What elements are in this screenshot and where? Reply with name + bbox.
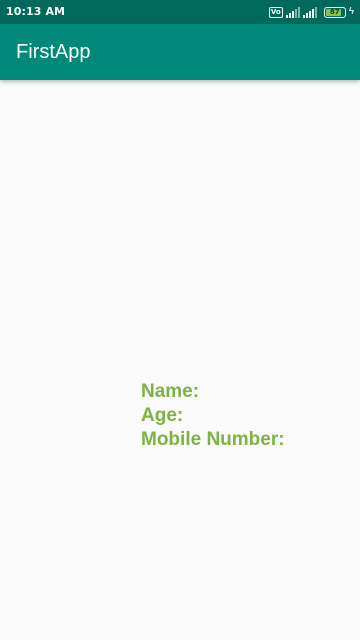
app-bar: FirstApp <box>0 24 360 80</box>
status-time: 10:13 AM <box>6 5 66 18</box>
status-bar: 10:13 AM Vo 87 ϟ <box>0 0 360 24</box>
volte-icon: Vo <box>268 6 283 18</box>
battery-icon: 87 <box>323 6 346 18</box>
mobile-number-label: Mobile Number: <box>141 429 285 450</box>
name-label: Name: <box>141 381 200 402</box>
age-label: Age: <box>141 405 184 426</box>
battery-level: 87 <box>329 8 340 16</box>
info-block: Name: Age: Mobile Number: <box>141 380 285 452</box>
app-title: FirstApp <box>16 41 91 63</box>
signal-icon <box>285 6 300 18</box>
status-icons: Vo 87 ϟ <box>268 4 354 20</box>
signal-icon-2 <box>302 6 317 18</box>
charging-icon: ϟ <box>348 6 354 17</box>
